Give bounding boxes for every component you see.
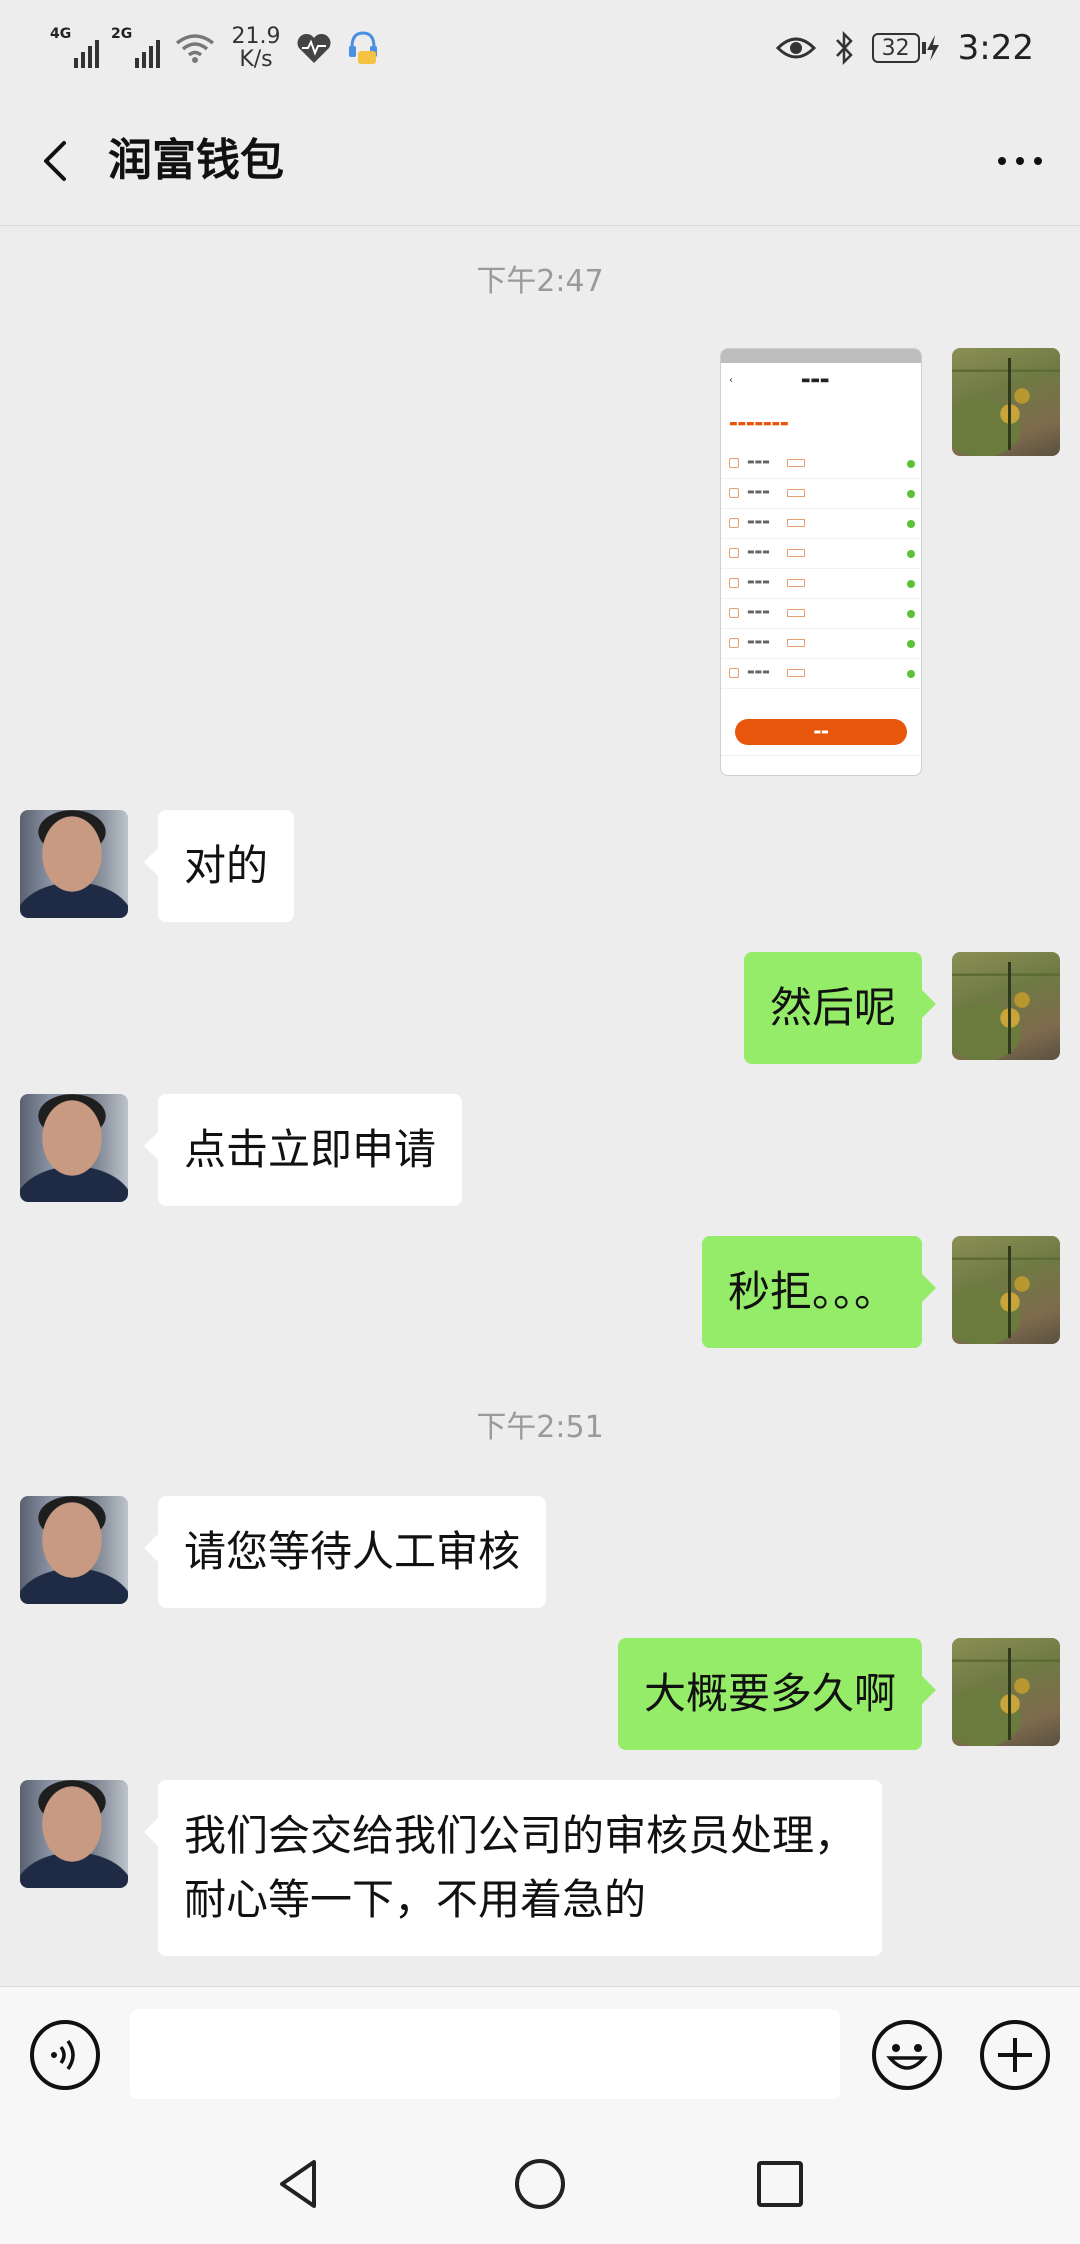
message-bubble-left[interactable]: 对的: [143, 810, 295, 922]
network-type-2: 2G: [111, 26, 133, 42]
message-bubble-right[interactable]: 然后呢: [743, 952, 937, 1064]
input-bar: [0, 1986, 1080, 2120]
chat-messages[interactable]: 下午2:47 ‹ ▬▬▬ ▬▬▬▬▬▬▬ ▬▬▬ ▬▬▬ ▬▬▬ ▬▬▬ ▬▬▬…: [0, 226, 1080, 1986]
network-type-1: 4G: [50, 26, 72, 42]
message-bubble-left[interactable]: 请您等待人工审核: [143, 1496, 547, 1608]
my-avatar[interactable]: [952, 1236, 1060, 1344]
wifi-icon: [175, 34, 215, 63]
more-dots-icon[interactable]: [990, 131, 1050, 191]
message-bubble-left[interactable]: 我们会交给我们公司的审核员处理， 耐心等一下，不用着急的: [143, 1780, 883, 1956]
status-bar: 4G 2G 21.9 K/s 32 3:22: [0, 0, 1080, 96]
voice-icon[interactable]: [28, 2018, 102, 2092]
chat-title: 润富钱包: [108, 135, 284, 186]
bluetooth-icon: [835, 31, 853, 65]
speed-unit: K/s: [239, 47, 273, 72]
charging-icon: [926, 35, 939, 61]
system-nav-bar: [0, 2120, 1080, 2244]
message-input[interactable]: [130, 2009, 840, 2099]
message-line: 耐心等一下，不用着急的: [184, 1875, 647, 1924]
contact-avatar[interactable]: [20, 1094, 128, 1202]
message-bubble-left[interactable]: 点击立即申请: [143, 1094, 463, 1206]
image-message[interactable]: ‹ ▬▬▬ ▬▬▬▬▬▬▬ ▬▬▬ ▬▬▬ ▬▬▬ ▬▬▬ ▬▬▬ ▬▬▬ ▬▬…: [720, 348, 922, 776]
nav-recents-icon[interactable]: [750, 2154, 810, 2214]
assistant-icon: [349, 31, 377, 64]
network-speed: 21.9 K/s: [230, 25, 282, 71]
clock: 3:22: [957, 28, 1034, 68]
battery-level: 32: [871, 33, 920, 63]
speed-value: 21.9: [231, 24, 281, 49]
my-avatar[interactable]: [952, 1638, 1060, 1746]
back-arrow-icon[interactable]: [28, 131, 88, 191]
status-left: 4G 2G 21.9 K/s: [50, 22, 380, 74]
nav-back-icon[interactable]: [270, 2154, 330, 2214]
battery-icon: 32: [871, 33, 940, 63]
contact-avatar[interactable]: [20, 1780, 128, 1888]
heart-health-icon: [297, 33, 331, 63]
cell-signal-icon: 2G: [111, 26, 160, 68]
message-bubble-right[interactable]: 大概要多久啊: [617, 1638, 937, 1750]
message-line: 我们会交给我们公司的审核员处理，: [184, 1811, 857, 1860]
plus-icon[interactable]: [978, 2018, 1052, 2092]
eye-comfort-icon: [775, 37, 816, 59]
my-avatar[interactable]: [952, 348, 1060, 456]
my-avatar[interactable]: [952, 952, 1060, 1060]
contact-avatar[interactable]: [20, 1496, 128, 1604]
timestamp: 下午2:51: [476, 1410, 604, 1445]
cell-signal-icon: 4G: [50, 26, 99, 68]
emoji-icon[interactable]: [870, 2018, 944, 2092]
nav-home-icon[interactable]: [510, 2154, 570, 2214]
contact-avatar[interactable]: [20, 810, 128, 918]
chat-header: 润富钱包: [0, 96, 1080, 226]
status-right: 32 3:22: [775, 22, 1034, 74]
message-bubble-right[interactable]: 秒拒。。。: [701, 1236, 937, 1348]
timestamp: 下午2:47: [476, 264, 604, 299]
